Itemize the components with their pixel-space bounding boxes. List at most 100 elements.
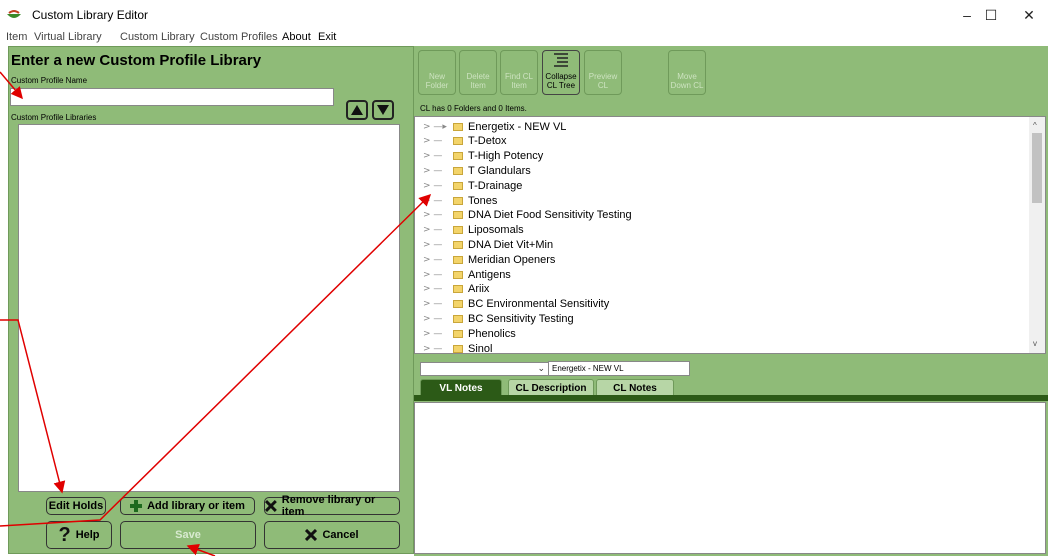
- expand-chevron-icon[interactable]: > —: [423, 196, 453, 206]
- question-icon: ?: [58, 523, 71, 546]
- expand-chevron-icon[interactable]: > —: [423, 329, 453, 339]
- plus-icon: [130, 500, 143, 512]
- save-button[interactable]: Save: [120, 521, 256, 549]
- notes-combo[interactable]: ⌄: [420, 362, 550, 376]
- cancel-button[interactable]: Cancel: [264, 521, 400, 549]
- tree-folder-item[interactable]: > — Meridian Openers: [423, 252, 555, 267]
- menu-about[interactable]: About: [282, 31, 311, 43]
- window-title: Custom Library Editor: [32, 8, 149, 22]
- custom-profile-libraries-list[interactable]: [18, 124, 400, 492]
- expand-chevron-icon[interactable]: > —: [423, 255, 453, 265]
- tree-folder-label: DNA Diet Vit+Min: [468, 238, 554, 251]
- tree-folder-item[interactable]: > — BC Sensitivity Testing: [423, 311, 574, 326]
- profile-name-label: Custom Profile Name: [11, 76, 88, 85]
- add-library-button[interactable]: Add library or item: [120, 497, 255, 515]
- collapse-cl-tree-label: Collapse CL Tree: [545, 72, 577, 90]
- menu-custom-profiles[interactable]: Custom Profiles: [200, 31, 278, 43]
- move-up-button[interactable]: [346, 100, 368, 120]
- move-down-button[interactable]: [372, 100, 394, 120]
- tree-folder-label: Sinol: [468, 342, 493, 354]
- tab-vl-notes[interactable]: VL Notes: [420, 379, 502, 396]
- folder-icon: [453, 196, 463, 205]
- splitter[interactable]: [414, 354, 1048, 358]
- expand-chevron-icon[interactable]: > —: [423, 344, 453, 354]
- tree-folder-item[interactable]: > —▸ Energetix - NEW VL: [423, 119, 566, 134]
- tree-folder-item[interactable]: > — Antigens: [423, 267, 511, 282]
- tab-underline: [414, 395, 1048, 401]
- cl-status-text: CL has 0 Folders and 0 Items.: [420, 104, 527, 113]
- tab-cl-description[interactable]: CL Description: [508, 379, 594, 396]
- cancel-label: Cancel: [322, 529, 359, 541]
- tree-folder-item[interactable]: > — Phenolics: [423, 326, 516, 341]
- expand-chevron-icon[interactable]: > —: [423, 270, 453, 280]
- new-folder-button[interactable]: New Folder: [418, 50, 456, 95]
- tree-folder-label: DNA Diet Food Sensitivity Testing: [468, 209, 632, 222]
- tree-folder-label: Liposomals: [468, 224, 524, 237]
- tree-folder-item[interactable]: > — DNA Diet Vit+Min: [423, 237, 553, 252]
- collapse-cl-tree-button[interactable]: Collapse CL Tree: [542, 50, 580, 95]
- folder-icon: [453, 240, 463, 249]
- expand-chevron-icon[interactable]: > —: [423, 240, 453, 250]
- folder-icon: [453, 226, 463, 235]
- app-logo-icon: [7, 10, 21, 18]
- expand-chevron-icon[interactable]: > —: [423, 136, 453, 146]
- scroll-up-icon[interactable]: ^: [1033, 121, 1037, 130]
- help-button[interactable]: ? Help: [46, 521, 112, 549]
- folder-icon: [453, 181, 463, 190]
- expand-chevron-icon[interactable]: > —: [423, 284, 453, 294]
- x-icon: [265, 500, 277, 512]
- tree-folder-item[interactable]: > — Sinol: [423, 341, 492, 354]
- tree-folder-item[interactable]: > — Tones: [423, 193, 497, 208]
- find-cl-item-button[interactable]: Find CL Item: [500, 50, 538, 95]
- preview-cl-button[interactable]: Preview CL: [584, 50, 622, 95]
- tree-folder-label: Tones: [468, 194, 498, 207]
- custom-library-tree[interactable]: > —▸ Energetix - NEW VL > — T-Detox > — T-Hig…: [414, 116, 1046, 354]
- expand-chevron-icon[interactable]: > —: [423, 314, 453, 324]
- close-button[interactable]: ✕: [1006, 0, 1052, 30]
- expand-chevron-icon[interactable]: > —▸: [423, 122, 453, 132]
- move-down-cl-button[interactable]: Move Down CL: [668, 50, 706, 95]
- tree-folder-item[interactable]: > — T-Drainage: [423, 178, 522, 193]
- save-label: Save: [175, 529, 201, 541]
- tree-folder-item[interactable]: > — Ariix: [423, 282, 489, 297]
- tree-folder-item[interactable]: > — T Glandulars: [423, 163, 531, 178]
- collapse-tree-icon: [554, 53, 568, 67]
- page-title: Enter a new Custom Profile Library: [11, 52, 262, 69]
- tree-folder-label: Ariix: [468, 283, 490, 296]
- tab-cl-notes[interactable]: CL Notes: [596, 379, 674, 396]
- remove-library-button[interactable]: Remove library or item: [264, 494, 400, 518]
- expand-chevron-icon[interactable]: > —: [423, 299, 453, 309]
- tree-folder-item[interactable]: > — BC Environmental Sensitivity: [423, 297, 609, 312]
- menu-custom-library[interactable]: Custom Library: [120, 31, 195, 43]
- remove-library-label: Remove library or item: [281, 494, 376, 518]
- title-bar: Custom Library Editor – ☐ ✕: [0, 0, 1052, 30]
- menu-exit[interactable]: Exit: [318, 31, 336, 43]
- expand-chevron-icon[interactable]: > —: [423, 225, 453, 235]
- tree-folder-item[interactable]: > — T-Detox: [423, 134, 507, 149]
- tree-folder-item[interactable]: > — Liposomals: [423, 223, 524, 238]
- scroll-down-icon[interactable]: v: [1033, 339, 1037, 348]
- expand-chevron-icon[interactable]: > —: [423, 166, 453, 176]
- tree-folder-item[interactable]: > — T-High Potency: [423, 149, 543, 164]
- tree-folder-label: BC Environmental Sensitivity: [468, 298, 610, 311]
- expand-chevron-icon[interactable]: > —: [423, 151, 453, 161]
- edit-holds-button[interactable]: Edit Holds: [46, 497, 106, 515]
- menu-item[interactable]: Item: [6, 31, 27, 43]
- notes-textarea[interactable]: [414, 402, 1046, 554]
- expand-chevron-icon[interactable]: > —: [423, 210, 453, 220]
- delete-item-button[interactable]: Delete Item: [459, 50, 497, 95]
- vl-name-field[interactable]: Energetix - NEW VL: [548, 361, 690, 376]
- add-library-label: Add library or item: [147, 500, 245, 512]
- chevron-down-icon: ⌄: [537, 363, 545, 373]
- folder-icon: [453, 270, 463, 279]
- tree-folder-label: Phenolics: [468, 327, 516, 340]
- profile-name-input[interactable]: [10, 88, 334, 106]
- tree-folder-item[interactable]: > — DNA Diet Food Sensitivity Testing: [423, 208, 632, 223]
- scroll-thumb[interactable]: [1032, 133, 1042, 203]
- folder-icon: [453, 137, 463, 146]
- folder-icon: [453, 122, 463, 131]
- tree-folder-label: T-Detox: [468, 135, 507, 148]
- menu-virtual-library[interactable]: Virtual Library: [34, 31, 102, 43]
- tree-scrollbar[interactable]: ^ v: [1029, 117, 1045, 353]
- expand-chevron-icon[interactable]: > —: [423, 181, 453, 191]
